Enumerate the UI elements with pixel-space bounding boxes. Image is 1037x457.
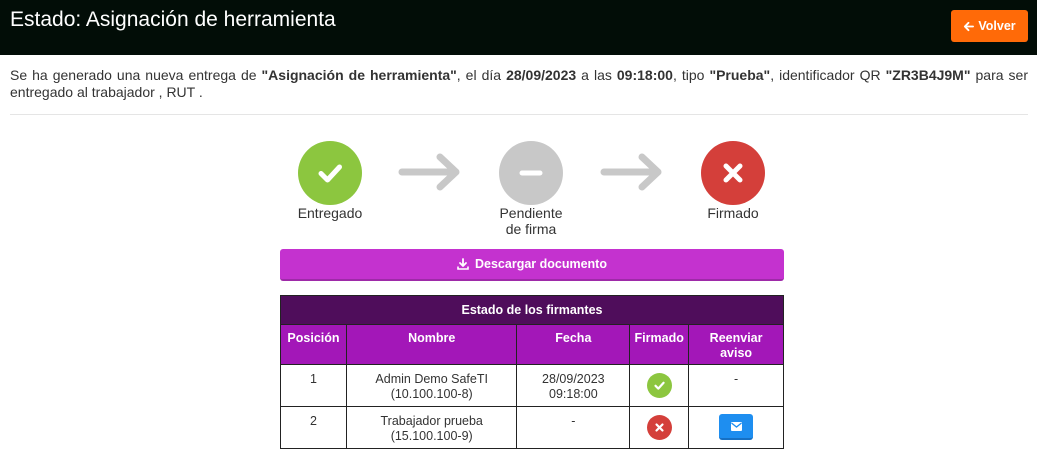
delivery-description: Se ha generado una nueva entrega de "Asi… — [10, 67, 1028, 101]
step-pending-status — [499, 141, 563, 205]
signer-name: Trabajador prueba — [380, 414, 483, 428]
download-document-button[interactable]: Descargar documento — [280, 249, 784, 281]
back-button[interactable]: Volver — [951, 10, 1028, 42]
sign-date: 28/09/2023 — [542, 372, 605, 386]
page-title: Estado: Asignación de herramienta — [10, 8, 336, 31]
intro-text: Se ha generado una nueva entrega de — [10, 67, 262, 83]
step-pending-label-line1: Pendiente — [499, 205, 563, 221]
signers-table-title: Estado de los firmantes — [280, 295, 784, 325]
step-pending-label: Pendiente de firma — [471, 205, 591, 237]
signer-name: Admin Demo SafeTI — [375, 372, 488, 386]
signers-table-header: Posición Nombre Fecha Firmado Reenviar a… — [280, 324, 784, 365]
arrow-right-icon — [398, 153, 460, 191]
table-row: 1 Admin Demo SafeTI (10.100.100-8) 28/09… — [280, 364, 784, 407]
cell-date: - — [516, 406, 631, 449]
resend-notice-button[interactable] — [719, 414, 754, 440]
cell-resend — [688, 406, 784, 449]
arrow-left-icon — [964, 21, 975, 31]
step-signed-label: Firmado — [707, 205, 759, 221]
column-header-name: Nombre — [345, 324, 518, 365]
cell-position: 1 — [280, 364, 347, 407]
download-icon — [457, 258, 469, 270]
signers-table: Estado de los firmantes Posición Nombre … — [280, 295, 784, 449]
intro-text: a las — [576, 67, 617, 83]
intro-time: 09:18:00 — [616, 67, 673, 83]
step-pending-label-line2: de firma — [505, 221, 557, 237]
column-header-signed: Firmado — [629, 324, 690, 365]
intro-qr-id: "ZR3B4J9M" — [885, 67, 971, 83]
cell-name: Trabajador prueba (15.100.100-9) — [345, 406, 518, 449]
envelope-icon — [730, 421, 742, 431]
arrow-right-icon — [600, 153, 662, 191]
cell-date: 28/09/2023 09:18:00 — [516, 364, 631, 407]
column-header-date: Fecha — [516, 324, 631, 365]
download-document-label: Descargar documento — [475, 257, 607, 271]
intro-text: , el día — [456, 67, 507, 83]
column-header-resend: Reenviar aviso — [688, 324, 784, 365]
intro-text: , identificador QR — [770, 67, 886, 83]
cell-name: Admin Demo SafeTI (10.100.100-8) — [345, 364, 518, 407]
cell-resend: - — [688, 364, 784, 407]
not-signed-x-icon — [646, 415, 672, 440]
back-button-label: Volver — [978, 19, 1016, 33]
cell-signed — [629, 406, 690, 449]
sign-time: 09:18:00 — [549, 387, 598, 401]
cell-position: 2 — [280, 406, 347, 449]
intro-type: "Prueba" — [709, 67, 771, 83]
signer-rut: (10.100.100-8) — [390, 387, 473, 401]
column-header-resend-line1: Reenviar — [709, 331, 763, 345]
x-icon — [723, 163, 743, 183]
step-delivered-label: Entregado — [297, 205, 363, 221]
top-bar: Estado: Asignación de herramienta Volver — [0, 0, 1037, 55]
cell-signed — [629, 364, 690, 407]
intro-text: , tipo — [672, 67, 710, 83]
signed-check-icon — [646, 373, 672, 398]
table-row: 2 Trabajador prueba (15.100.100-9) - — [280, 406, 784, 449]
intro-date: 28/09/2023 — [506, 67, 577, 83]
check-icon — [318, 164, 342, 183]
intro-delivery-name: "Asignación de herramienta" — [261, 67, 457, 83]
minus-icon — [519, 170, 543, 176]
signer-rut: (15.100.100-9) — [390, 429, 473, 443]
column-header-resend-line2: aviso — [720, 346, 753, 360]
step-delivered-status — [298, 141, 362, 205]
step-signed-status — [701, 141, 765, 205]
divider — [10, 114, 1028, 115]
column-header-position: Posición — [280, 324, 347, 365]
